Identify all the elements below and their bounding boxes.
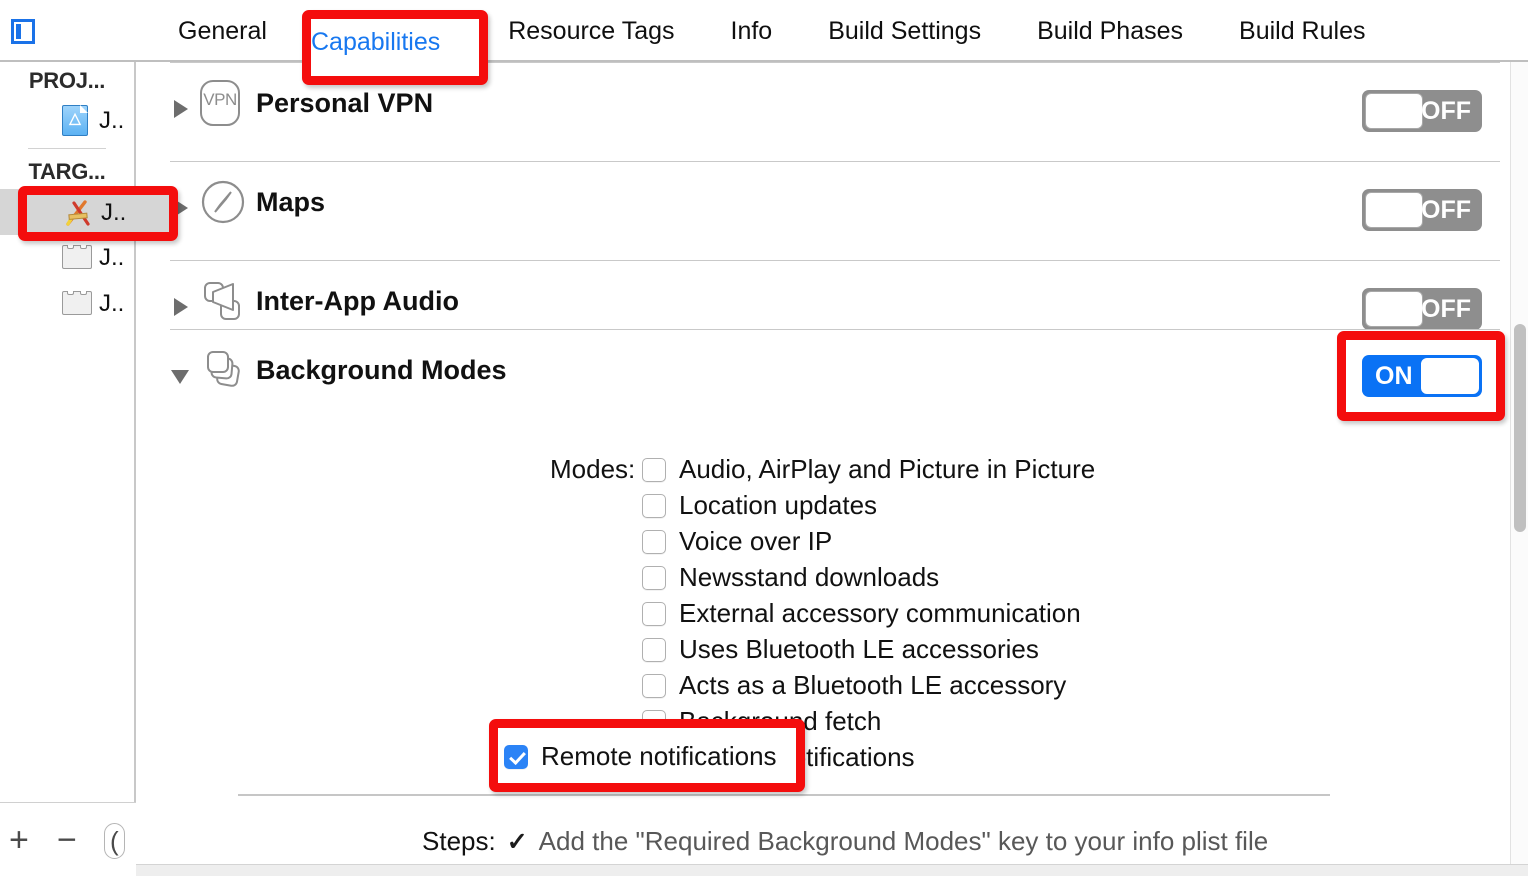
capability-toggle-maps[interactable]: OFF bbox=[1362, 189, 1482, 231]
mode-item-remote-notifications-overlay[interactable]: Remote notifications bbox=[504, 741, 777, 772]
capabilities-tab-overlay-content: Capabilities bbox=[311, 19, 479, 76]
add-target-button[interactable]: + bbox=[9, 823, 29, 857]
mode-label: Voice over IP bbox=[679, 526, 833, 556]
vertical-scrollbar[interactable] bbox=[1510, 62, 1528, 876]
remove-target-button[interactable]: − bbox=[57, 823, 77, 857]
mode-checkbox[interactable] bbox=[642, 529, 666, 554]
mode-checkbox[interactable] bbox=[642, 457, 666, 482]
capability-row-maps[interactable]: Maps OFF bbox=[138, 161, 1500, 261]
toggle-knob bbox=[1365, 291, 1423, 327]
tab-build-settings[interactable]: Build Settings bbox=[800, 0, 1009, 62]
mode-label: External accessory communication bbox=[679, 598, 1081, 628]
toggle-knob bbox=[1365, 192, 1423, 228]
disclosure-triangle-icon[interactable] bbox=[174, 199, 188, 217]
mode-checkbox[interactable] bbox=[504, 744, 528, 769]
mode-checkbox[interactable] bbox=[642, 565, 666, 590]
mode-item-acts-as-bluetooth-le[interactable]: Acts as a Bluetooth LE accessory bbox=[642, 670, 1066, 701]
toggle-state-label: OFF bbox=[1421, 295, 1471, 323]
toggle-state-label: ON bbox=[1375, 362, 1413, 390]
check-icon: ✓ bbox=[506, 828, 528, 856]
navigator-panel-icon[interactable] bbox=[11, 19, 35, 44]
sidebar-divider bbox=[28, 148, 106, 149]
capability-toggle-background-modes-overlay[interactable]: ON bbox=[1362, 355, 1482, 397]
mode-label: Remote notifications bbox=[541, 741, 777, 771]
mode-label: Newsstand downloads bbox=[679, 562, 940, 592]
mode-checkbox[interactable] bbox=[642, 637, 666, 662]
capabilities-pane: VPN Personal VPN OFF Maps OFF Inter-App … bbox=[138, 62, 1512, 876]
modes-label: Modes: bbox=[550, 454, 636, 484]
capability-row-background-modes[interactable]: Background Modes ON bbox=[138, 329, 1500, 429]
tab-capabilities-overlay[interactable]: Capabilities bbox=[311, 19, 440, 65]
mode-item-voice-over-ip[interactable]: Voice over IP bbox=[642, 526, 832, 557]
filter-icon[interactable] bbox=[104, 823, 125, 859]
tab-general[interactable]: General bbox=[150, 0, 295, 62]
disclosure-triangle-icon[interactable] bbox=[171, 370, 189, 384]
target-row-overlay-content: J.. bbox=[27, 195, 169, 232]
inter-app-audio-icon bbox=[200, 278, 246, 324]
sidebar-item-label: J.. bbox=[99, 107, 125, 134]
capability-toggle-inter-app-audio[interactable]: OFF bbox=[1362, 288, 1482, 330]
sidebar-item-label: J.. bbox=[99, 290, 125, 317]
sidebar-item-label: J.. bbox=[101, 199, 127, 226]
background-modes-icon bbox=[200, 347, 246, 393]
mode-item-audio-airplay-pip[interactable]: Audio, AirPlay and Picture in Picture bbox=[642, 454, 1095, 485]
sidebar-group-project: PROJ... bbox=[28, 68, 106, 93]
mode-checkbox[interactable] bbox=[642, 601, 666, 626]
capability-row-personal-vpn[interactable]: VPN Personal VPN OFF bbox=[138, 62, 1500, 162]
sidebar-item-label: J.. bbox=[99, 244, 125, 271]
bottom-strip bbox=[136, 864, 1528, 876]
sidebar-footer-toolbar: + − bbox=[0, 802, 136, 876]
toggle-state-label: OFF bbox=[1421, 196, 1471, 224]
mode-label: Location updates bbox=[679, 490, 878, 520]
steps-text: Add the "Required Background Modes" key … bbox=[538, 826, 1269, 856]
steps-divider bbox=[238, 794, 1330, 796]
steps-label: Steps: bbox=[422, 826, 496, 856]
toggle-state-label: OFF bbox=[1421, 97, 1471, 125]
xcode-target-editor-window: General Capabilities Resource Tags Info … bbox=[0, 0, 1528, 876]
tab-resource-tags[interactable]: Resource Tags bbox=[480, 0, 702, 62]
mode-item-location-updates[interactable]: Location updates bbox=[642, 490, 877, 521]
maps-compass-icon bbox=[200, 179, 246, 225]
editor-tab-bar: General Capabilities Resource Tags Info … bbox=[0, 0, 1528, 62]
mode-item-newsstand-downloads[interactable]: Newsstand downloads bbox=[642, 562, 939, 593]
project-targets-sidebar: PROJ... △ J.. TARG... J.. J.. + − ( bbox=[0, 62, 136, 876]
capability-toggle-personal-vpn[interactable]: OFF bbox=[1362, 90, 1482, 132]
sidebar-group-targets: TARG... bbox=[28, 159, 106, 184]
scrollbar-thumb[interactable] bbox=[1514, 324, 1526, 532]
sidebar-item-app-target-overlay[interactable]: J.. bbox=[62, 197, 126, 229]
tab-info[interactable]: Info bbox=[703, 0, 801, 62]
mode-label: Uses Bluetooth LE accessories bbox=[679, 634, 1039, 664]
toggle-knob bbox=[1421, 358, 1479, 394]
capability-title: Inter-App Audio bbox=[256, 286, 459, 316]
mode-label: Acts as a Bluetooth LE accessory bbox=[679, 670, 1067, 700]
vpn-icon-label: VPN bbox=[203, 90, 237, 109]
test-bundle-icon bbox=[62, 242, 92, 274]
toggle-knob bbox=[1365, 93, 1423, 129]
sidebar-item-test-target-1[interactable]: J.. bbox=[0, 235, 134, 281]
steps-row: Steps: ✓ Add the "Required Background Mo… bbox=[422, 826, 1268, 857]
mode-item-uses-bluetooth-le[interactable]: Uses Bluetooth LE accessories bbox=[642, 634, 1039, 665]
background-modes-switch-overlay-content: ON bbox=[1348, 342, 1494, 410]
remote-notifications-overlay-content: Remote notifications bbox=[500, 730, 794, 781]
sidebar-item-test-target-2[interactable]: J.. bbox=[0, 281, 134, 327]
mode-checkbox[interactable] bbox=[642, 673, 666, 698]
capability-title: Background Modes bbox=[256, 355, 507, 385]
test-bundle-icon bbox=[62, 288, 92, 320]
app-target-icon bbox=[62, 197, 94, 229]
vpn-icon: VPN bbox=[200, 80, 246, 126]
disclosure-triangle-icon[interactable] bbox=[174, 298, 188, 316]
capability-title: Personal VPN bbox=[256, 88, 434, 118]
project-document-icon: △ bbox=[62, 105, 92, 137]
capability-title: Maps bbox=[256, 187, 326, 217]
tab-build-rules[interactable]: Build Rules bbox=[1211, 0, 1393, 62]
tab-build-phases[interactable]: Build Phases bbox=[1009, 0, 1211, 62]
mode-checkbox[interactable] bbox=[642, 493, 666, 518]
disclosure-triangle-icon[interactable] bbox=[174, 100, 188, 118]
mode-item-external-accessory[interactable]: External accessory communication bbox=[642, 598, 1081, 629]
mode-label: Audio, AirPlay and Picture in Picture bbox=[679, 454, 1096, 484]
sidebar-item-project[interactable]: △ J.. bbox=[0, 98, 134, 144]
